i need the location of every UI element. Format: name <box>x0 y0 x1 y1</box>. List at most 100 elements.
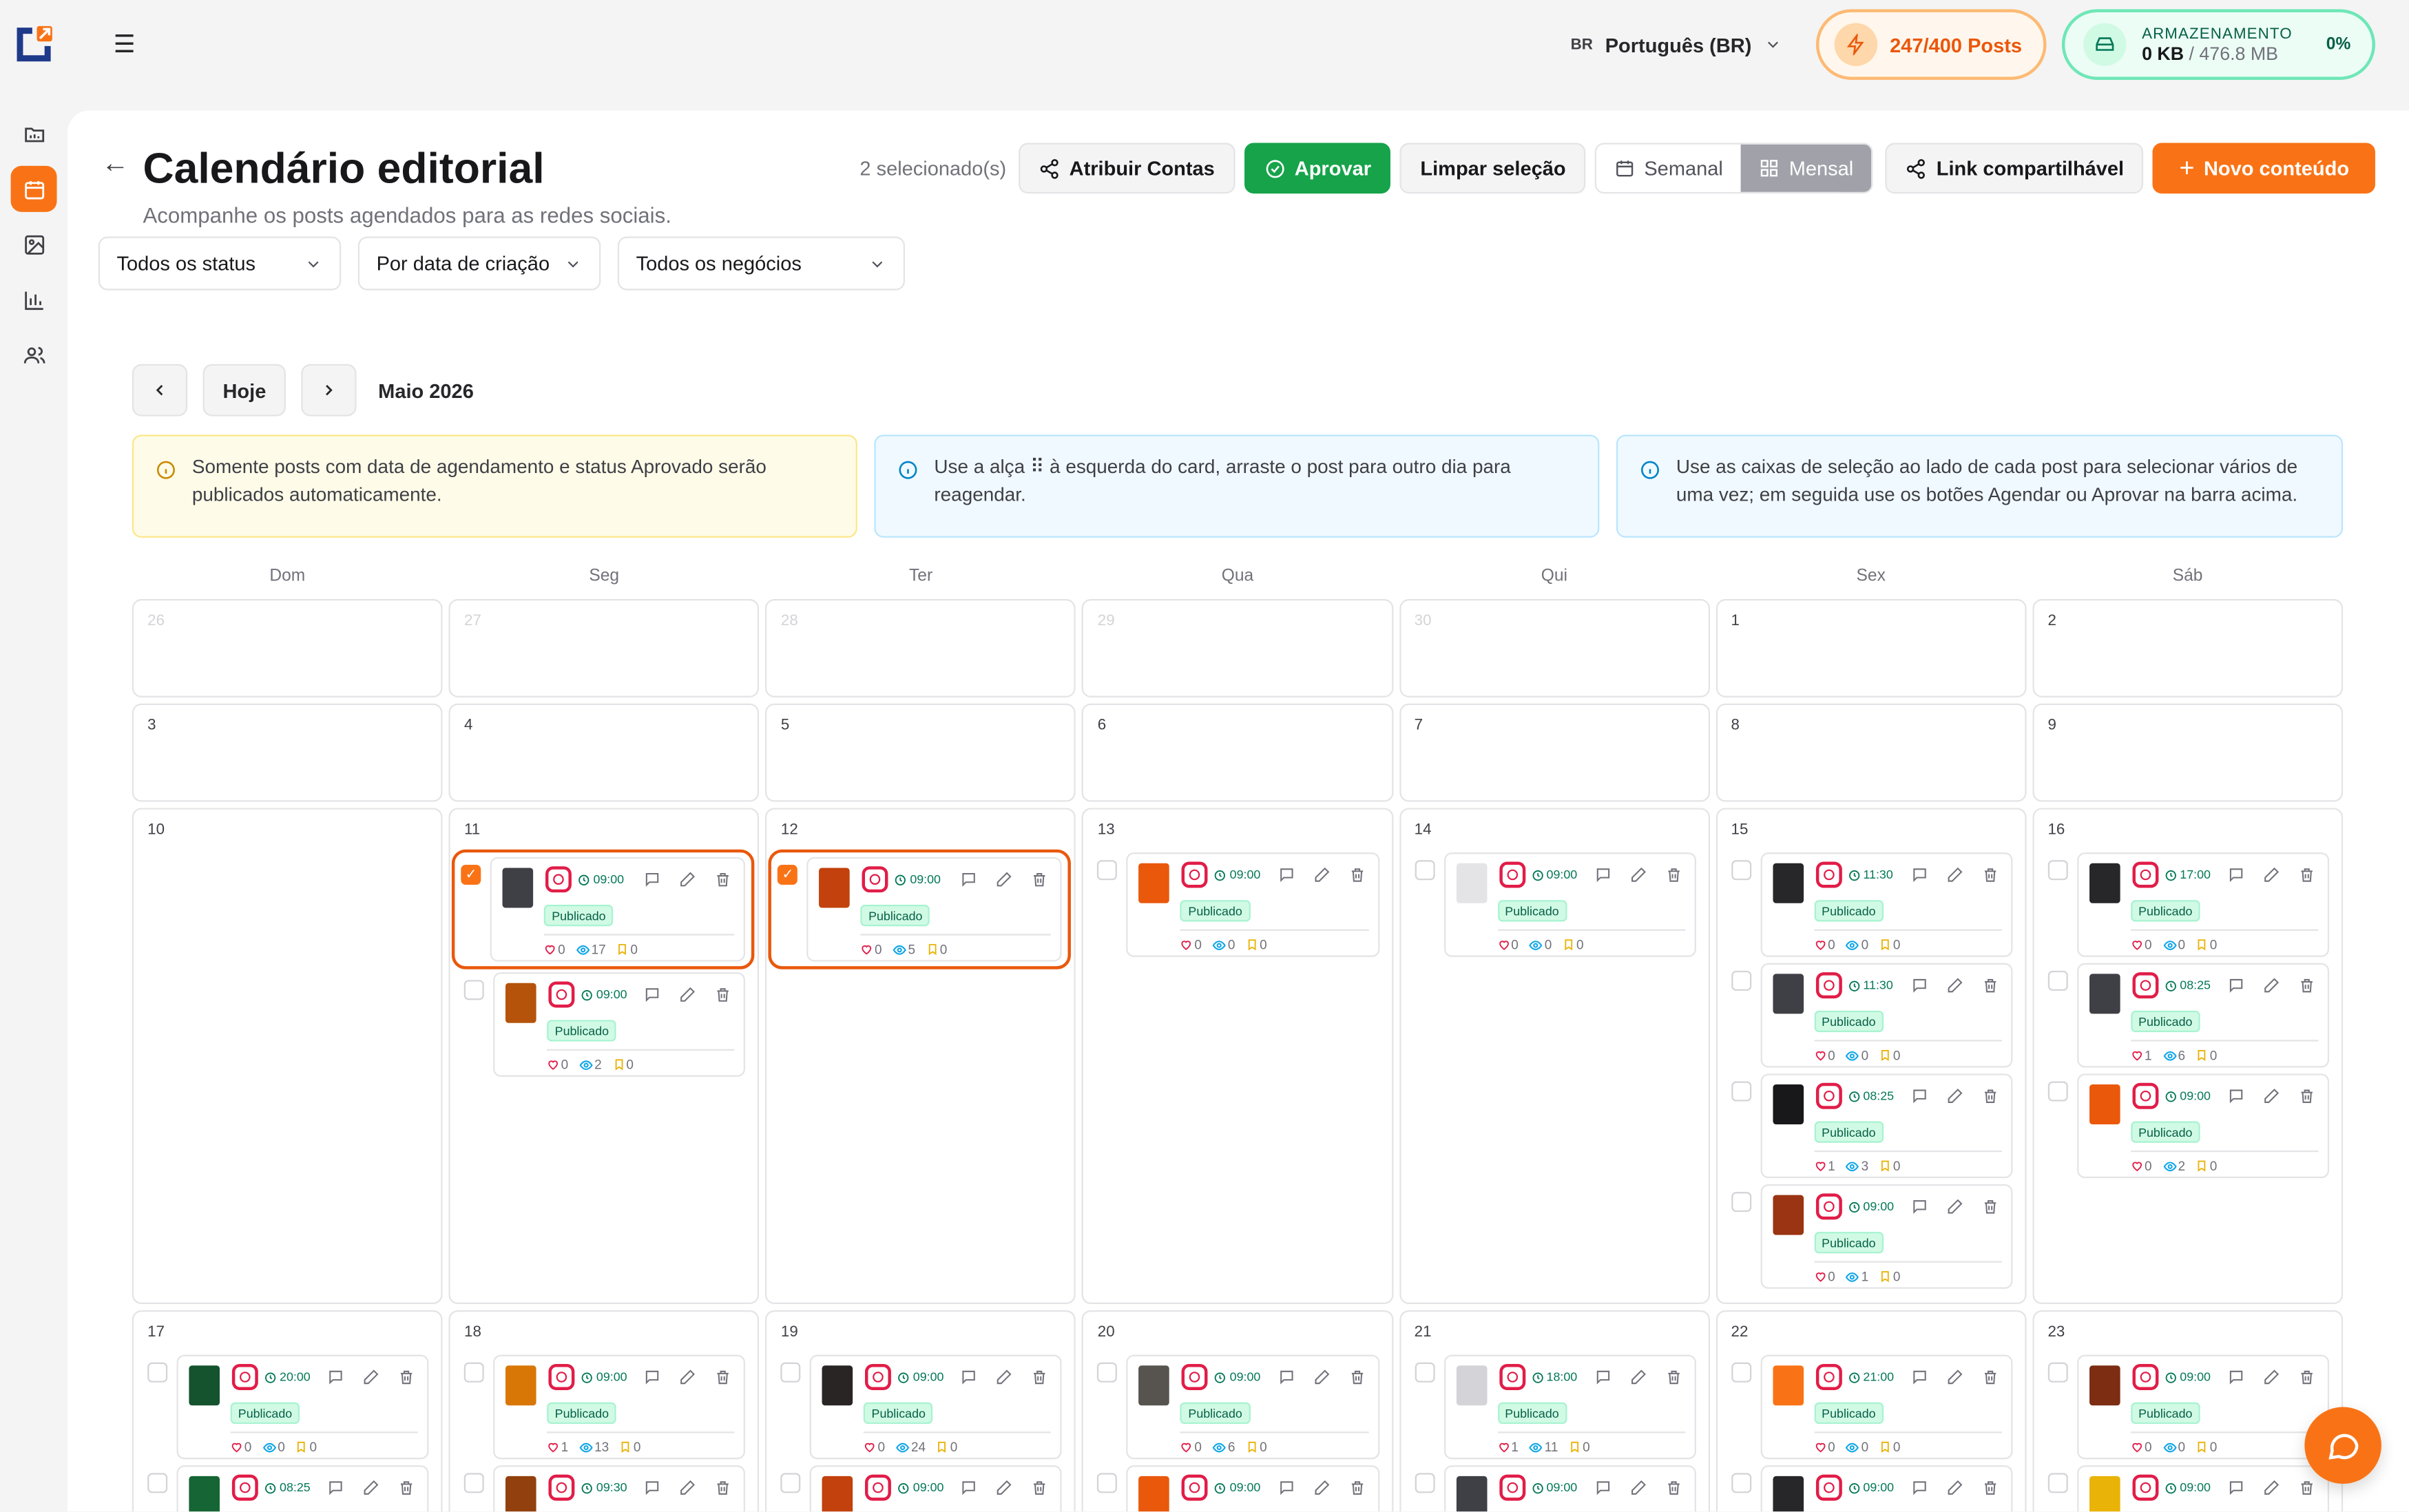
post-card[interactable]: 09:00Publicado <box>1443 1465 1696 1512</box>
post-select-checkbox[interactable] <box>2047 1362 2068 1383</box>
calendar-day-cell[interactable]: 22 21:00 Publicado 000 09:00Publicado <box>1716 1310 2027 1512</box>
post-card[interactable]: 08:25 Publicado 1 3 0 <box>1760 1073 2013 1179</box>
calendar-day-cell[interactable]: 30 <box>1399 599 1710 697</box>
post-select-checkbox[interactable] <box>1414 1362 1435 1383</box>
post-thumbnail[interactable] <box>819 868 851 908</box>
comment-icon[interactable] <box>1594 1479 1612 1496</box>
post-card[interactable]: 21:00 Publicado 0 0 0 <box>1760 1354 2013 1460</box>
comment-icon[interactable] <box>644 871 661 888</box>
trash-icon[interactable] <box>2298 1479 2315 1496</box>
edit-icon[interactable] <box>2263 977 2280 994</box>
back-arrow-icon[interactable]: ← <box>101 147 129 180</box>
trash-icon[interactable] <box>398 1369 415 1386</box>
trash-icon[interactable] <box>715 1369 732 1386</box>
calendar-day-cell[interactable]: 7 <box>1399 703 1710 802</box>
calendar-day-cell[interactable]: 8 <box>1716 703 2027 802</box>
trash-icon[interactable] <box>2298 1369 2315 1386</box>
edit-icon[interactable] <box>1946 1087 1963 1104</box>
calendar-day-cell[interactable]: 18 09:00 Publicado 1130 09:30Publicado <box>448 1310 760 1512</box>
post-select-checkbox[interactable] <box>2047 1473 2068 1493</box>
post-select-checkbox[interactable] <box>147 1362 168 1383</box>
post-thumbnail[interactable] <box>1455 863 1487 903</box>
comment-icon[interactable] <box>644 1479 661 1496</box>
comment-icon[interactable] <box>2228 1369 2245 1386</box>
edit-icon[interactable] <box>1313 1479 1330 1496</box>
trash-icon[interactable] <box>1032 1479 1049 1496</box>
edit-icon[interactable] <box>1629 1369 1647 1386</box>
calendar-day-cell[interactable]: 1909:00Publicado024009:00Publicado <box>765 1310 1076 1512</box>
app-logo-icon[interactable] <box>11 21 57 67</box>
post-card[interactable]: 09:00 Publicado 0 6 0 <box>1127 1354 1379 1460</box>
date-filter[interactable]: Por data de criação <box>357 236 601 291</box>
post-thumbnail[interactable] <box>822 1476 853 1512</box>
edit-icon[interactable] <box>680 871 697 888</box>
post-select-checkbox[interactable] <box>1414 1473 1435 1493</box>
comment-icon[interactable] <box>961 871 978 888</box>
edit-icon[interactable] <box>1946 1198 1963 1215</box>
calendar-day-cell[interactable]: 21 18:00 Publicado 1110 09:00Publicado <box>1399 1310 1710 1512</box>
trash-icon[interactable] <box>1982 1479 1999 1496</box>
status-filter[interactable]: Todos os status <box>98 236 342 291</box>
trash-icon[interactable] <box>1982 866 1999 883</box>
comment-icon[interactable] <box>644 1369 661 1386</box>
trash-icon[interactable] <box>2298 1087 2315 1104</box>
calendar-day-cell[interactable]: 12 ✓ 09:00 Publicado 0 5 0 <box>765 808 1076 1305</box>
calendar-day-cell[interactable]: 2309:00Publicado00009:00Publicado <box>2032 1310 2344 1512</box>
calendar-day-cell[interactable]: 15 11:30 Publicado 0 0 0 11:30 Publicado 0 0 0 08:2… <box>1716 808 2027 1305</box>
post-thumbnail[interactable] <box>189 1365 220 1406</box>
post-thumbnail[interactable] <box>1772 1476 1804 1512</box>
comment-icon[interactable] <box>2228 866 2245 883</box>
sidebar-item-media[interactable] <box>11 221 57 267</box>
trash-icon[interactable] <box>2298 866 2315 883</box>
calendar-day-cell[interactable]: 2009:00Publicado06009:00Publicado <box>1082 1310 1393 1512</box>
post-card[interactable]: 09:00 Publicado 0 2 0 <box>493 972 746 1077</box>
post-select-checkbox[interactable] <box>1731 860 1751 881</box>
post-select-checkbox[interactable] <box>2047 1081 2068 1102</box>
calendar-day-cell[interactable]: 6 <box>1082 703 1393 802</box>
post-select-checkbox[interactable] <box>780 1362 801 1383</box>
post-select-checkbox[interactable] <box>780 1473 801 1493</box>
edit-icon[interactable] <box>1946 1479 1963 1496</box>
calendar-day-cell[interactable]: 11 ✓ 09:00 Publicado 0 17 0 09:00 Publicado 0 2 0 <box>448 808 760 1305</box>
post-select-checkbox[interactable] <box>1097 1362 1118 1383</box>
comment-icon[interactable] <box>327 1479 344 1496</box>
calendar-day-cell[interactable]: 9 <box>2032 703 2344 802</box>
edit-icon[interactable] <box>1629 866 1647 883</box>
post-card[interactable]: 09:00 Publicado 0 2 0 <box>2076 1073 2330 1179</box>
today-button[interactable]: Hoje <box>202 364 286 417</box>
post-thumbnail[interactable] <box>189 1476 220 1512</box>
calendar-day-cell[interactable]: 14 09:00 Publicado 0 0 0 <box>1399 808 1710 1305</box>
post-thumbnail[interactable] <box>822 1365 853 1406</box>
storage-badge[interactable]: ARMAZENAMENTO 0 KB / 476.8 MB 0% <box>2062 9 2375 81</box>
post-card[interactable]: 08:25Publicado <box>176 1465 429 1512</box>
comment-icon[interactable] <box>961 1479 978 1496</box>
trash-icon[interactable] <box>1982 1369 1999 1386</box>
post-card[interactable]: 09:00 Publicado 0 1 0 <box>1760 1184 2013 1289</box>
calendar-day-cell[interactable]: 5 <box>765 703 1076 802</box>
post-thumbnail[interactable] <box>2089 1476 2120 1512</box>
trash-icon[interactable] <box>715 871 732 888</box>
post-card[interactable]: 09:30Publicado <box>493 1465 746 1512</box>
comment-icon[interactable] <box>1911 866 1928 883</box>
calendar-day-cell[interactable]: 3 <box>132 703 443 802</box>
post-select-checkbox[interactable] <box>1731 1362 1751 1383</box>
edit-icon[interactable] <box>2263 1479 2280 1496</box>
sidebar-item-analytics[interactable] <box>11 277 57 323</box>
comment-icon[interactable] <box>1911 977 1928 994</box>
post-thumbnail[interactable] <box>1772 1365 1804 1406</box>
post-select-checkbox[interactable] <box>1731 1473 1751 1493</box>
post-card[interactable]: 09:00 Publicado 0 24 0 <box>810 1354 1063 1460</box>
edit-icon[interactable] <box>1946 977 1963 994</box>
trash-icon[interactable] <box>1665 866 1682 883</box>
edit-icon[interactable] <box>1313 1369 1330 1386</box>
posts-usage-badge[interactable]: 247/400 Posts <box>1816 9 2047 81</box>
post-card[interactable]: 18:00 Publicado 1 11 0 <box>1443 1354 1696 1460</box>
post-card[interactable]: 09:00Publicado <box>1760 1465 2013 1512</box>
comment-icon[interactable] <box>1911 1198 1928 1215</box>
calendar-day-cell[interactable]: 1 <box>1716 599 2027 697</box>
calendar-day-cell[interactable]: 2 <box>2032 599 2344 697</box>
post-card[interactable]: 11:30 Publicado 0 0 0 <box>1760 852 2013 957</box>
calendar-day-cell[interactable]: 29 <box>1082 599 1393 697</box>
post-thumbnail[interactable] <box>1139 1365 1170 1406</box>
post-select-checkbox[interactable] <box>464 980 485 1000</box>
